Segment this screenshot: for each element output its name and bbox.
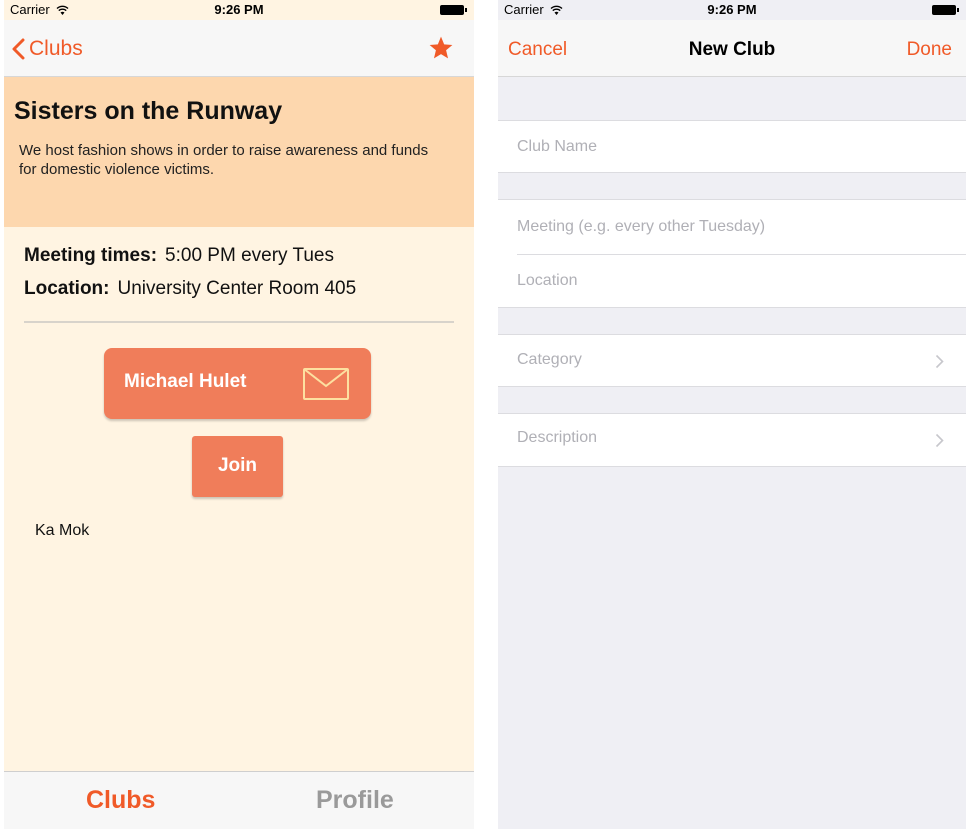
divider <box>24 321 454 323</box>
category-row[interactable]: Category <box>498 334 966 387</box>
description-label: Description <box>517 429 598 446</box>
back-button[interactable]: Clubs <box>12 36 83 62</box>
chevron-right-icon <box>935 433 944 448</box>
battery-icon <box>440 5 467 15</box>
meeting-times-label: Meeting times: <box>24 245 158 266</box>
meeting-location-group <box>498 199 966 308</box>
tab-clubs[interactable]: Clubs <box>86 786 155 815</box>
meeting-times-value: 5:00 PM every Tues <box>165 245 334 266</box>
club-title: Sisters on the Runway <box>14 97 283 125</box>
meeting-input[interactable] <box>517 200 917 254</box>
new-club-screen: Carrier 9:26 PM Cancel New Club Done Cat… <box>498 0 966 829</box>
star-icon[interactable] <box>428 35 454 61</box>
club-detail-screen: Carrier 9:26 PM Clubs Sisters on the Run… <box>4 0 474 829</box>
location-input[interactable] <box>517 254 917 308</box>
status-bar: Carrier 9:26 PM <box>4 0 474 20</box>
description-row[interactable]: Description <box>498 413 966 467</box>
back-button-label: Clubs <box>29 37 83 60</box>
navigation-bar: Clubs <box>4 20 474 77</box>
contact-name: Michael Hulet <box>124 371 247 392</box>
chevron-right-icon <box>935 354 944 369</box>
contact-leader-button[interactable]: Michael Hulet <box>104 348 371 419</box>
club-header: Sisters on the Runway We host fashion sh… <box>4 77 474 227</box>
navigation-bar: Cancel New Club Done <box>498 20 966 77</box>
tab-profile[interactable]: Profile <box>316 786 394 815</box>
location-label: Location: <box>24 278 110 299</box>
battery-icon <box>932 5 959 15</box>
location-value: University Center Room 405 <box>117 278 357 299</box>
status-bar: Carrier 9:26 PM <box>498 0 966 20</box>
join-button[interactable]: Join <box>192 436 283 497</box>
member-name: Ka Mok <box>35 522 90 539</box>
meeting-times-row: Meeting times: 5:00 PM every Tues <box>24 245 334 267</box>
club-name-input[interactable] <box>517 121 917 172</box>
mail-icon <box>303 368 349 400</box>
chevron-left-icon <box>12 38 25 60</box>
status-time: 9:26 PM <box>707 2 757 17</box>
club-name-field <box>498 120 966 173</box>
page-title: New Club <box>688 39 776 60</box>
status-time: 9:26 PM <box>214 2 264 17</box>
done-button[interactable]: Done <box>907 39 952 61</box>
location-row: Location: University Center Room 405 <box>24 278 356 300</box>
club-description: We host fashion shows in order to raise … <box>19 142 429 178</box>
category-label: Category <box>517 351 582 368</box>
tab-bar: Clubs Profile <box>4 771 474 829</box>
